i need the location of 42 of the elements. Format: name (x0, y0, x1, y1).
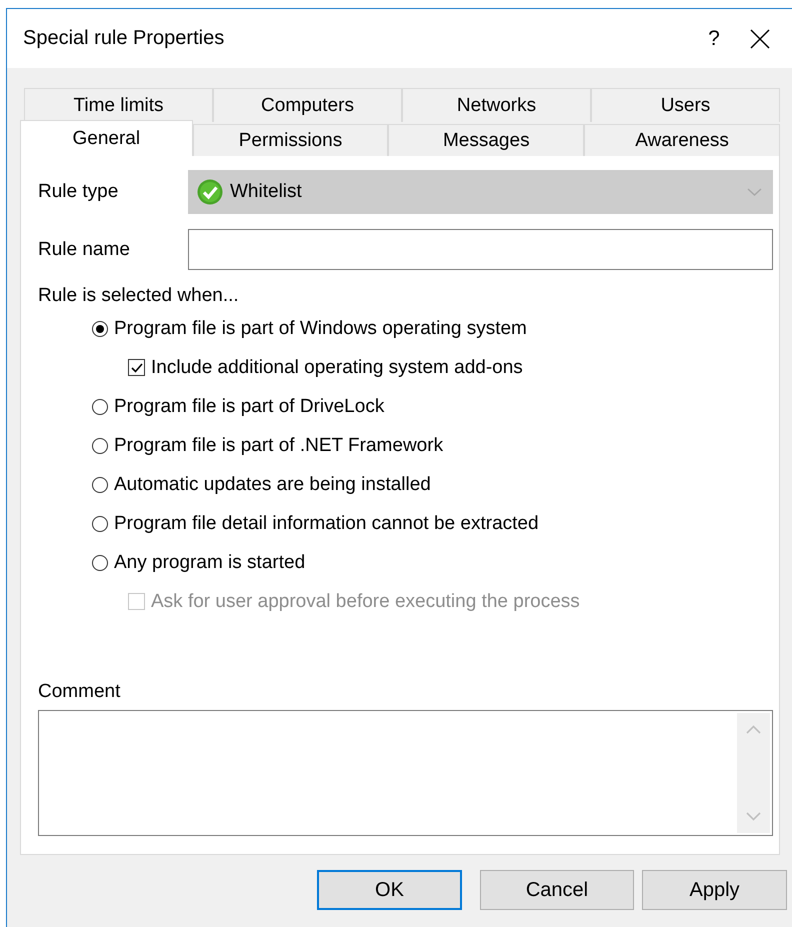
tab[interactable]: Awareness (584, 124, 780, 156)
dialog-button[interactable]: Apply (642, 870, 787, 910)
dialog-button[interactable]: OK (317, 870, 462, 910)
window-title: Special rule Properties (23, 27, 226, 50)
scroll-down-icon (746, 812, 761, 821)
radio-button[interactable] (92, 516, 108, 532)
tab[interactable]: Computers (213, 88, 402, 122)
check-icon (130, 360, 144, 374)
tab[interactable]: Networks (402, 88, 591, 122)
checkbox-label: Ask for user approval before executing the process (151, 590, 580, 612)
close-icon[interactable] (750, 28, 770, 48)
field-label: Rule type (38, 181, 120, 203)
checkmark-icon (197, 179, 223, 205)
tab[interactable]: Time limits (24, 88, 213, 122)
checkbox[interactable] (128, 359, 145, 376)
tab[interactable]: General (20, 120, 193, 156)
radio-button[interactable] (92, 438, 108, 454)
tab[interactable]: Users (591, 88, 780, 122)
option-label: Program file is part of DriveLock (114, 396, 384, 418)
option-label: Automatic updates are being installed (114, 474, 431, 496)
section-label: Rule is selected when... (38, 285, 240, 307)
rule-name-field[interactable] (188, 229, 773, 270)
chevron-down-icon (747, 188, 762, 196)
dialog-button[interactable]: Cancel (480, 870, 634, 910)
field-label: Comment (38, 681, 122, 703)
radio-button[interactable] (92, 554, 108, 570)
option-label: Program file detail information cannot be extracted (114, 512, 539, 534)
option-label: Program file is part of Windows operating system (114, 318, 527, 340)
field-label: Rule name (38, 238, 131, 260)
option-label: Any program is started (114, 552, 306, 574)
dropdown-value: Whitelist (230, 181, 303, 203)
option-label: Program file is part of .NET Framework (114, 434, 444, 456)
tab[interactable]: Messages (388, 124, 584, 156)
radio-button[interactable] (92, 398, 108, 414)
comment-field[interactable] (38, 710, 773, 836)
radio-button[interactable] (92, 320, 108, 336)
help-button[interactable]: ? (684, 26, 744, 50)
scrollbar[interactable] (737, 713, 770, 833)
tab[interactable]: Permissions (192, 124, 388, 156)
radio-button[interactable] (92, 476, 108, 492)
scroll-up-icon (746, 725, 761, 734)
checkbox-label: Include additional operating system add-ons (151, 356, 523, 378)
